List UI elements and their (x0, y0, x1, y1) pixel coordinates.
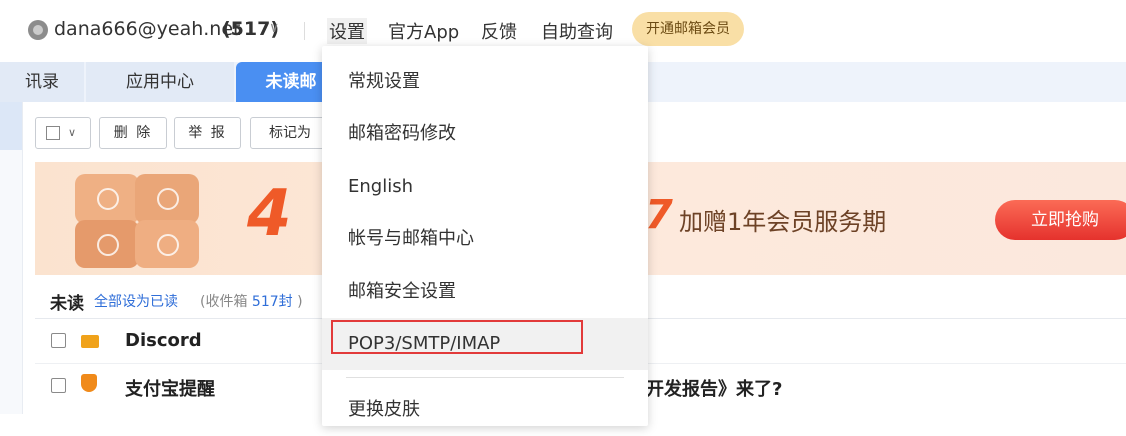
mark-as-button[interactable]: 标记为 (250, 117, 330, 149)
puzzle-icon (135, 174, 199, 224)
coin-icon (28, 20, 48, 40)
vip-membership-button[interactable]: 开通邮箱会员 (632, 12, 744, 46)
list-title: 未读 (50, 294, 84, 314)
inbox-count-value[interactable]: 517封 (252, 294, 293, 310)
menu-item-change-skin[interactable]: 更换皮肤 (322, 384, 648, 436)
puzzle-icon (135, 220, 199, 268)
inbox-count-prefix: (收件箱 (200, 294, 248, 310)
row-subject[interactable]: 度开发报告》来了? (628, 375, 782, 401)
tab-app-center[interactable]: 应用中心 (86, 62, 234, 102)
settings-dropdown-menu: 常规设置 邮箱密码修改 English 帐号与邮箱中心 邮箱安全设置 POP3/… (322, 46, 648, 426)
row-checkbox[interactable] (51, 378, 66, 393)
menu-item-account-center[interactable]: 帐号与邮箱中心 (322, 213, 648, 265)
banner-number-tail: 7 (645, 192, 673, 238)
select-all-dropdown[interactable]: ∨ (35, 117, 91, 149)
envelope-icon (81, 335, 99, 348)
delete-button[interactable]: 删 除 (99, 117, 167, 149)
menu-item-english[interactable]: English (322, 161, 648, 213)
menu-item-security-settings[interactable]: 邮箱安全设置 (322, 266, 648, 318)
chevron-down-icon: ∨ (68, 126, 77, 139)
alipay-shield-icon (81, 374, 97, 392)
banner-number: 4 (247, 177, 292, 251)
mark-all-read-link[interactable]: 全部设为已读 (94, 291, 178, 311)
nav-official-app[interactable]: 官方App (388, 18, 459, 44)
tab-contacts[interactable]: 讯录 (0, 62, 84, 102)
menu-item-general-settings[interactable]: 常规设置 (322, 56, 648, 108)
checkbox-icon[interactable] (46, 126, 60, 140)
left-sidebar-selected[interactable] (0, 102, 22, 150)
highlight-annotation (331, 320, 583, 354)
divider (304, 22, 305, 40)
chevron-down-icon[interactable]: ∨ (269, 20, 279, 36)
puzzle-icon (75, 220, 139, 268)
puzzle-icon (75, 174, 139, 224)
inbox-count: (收件箱 517封 ) (200, 291, 303, 311)
nav-self-help[interactable]: 自助查询 (541, 18, 613, 44)
row-sender[interactable]: 支付宝提醒 (125, 375, 215, 401)
row-checkbox[interactable] (51, 333, 66, 348)
row-sender[interactable]: Discord (125, 330, 202, 351)
report-button[interactable]: 举 报 (174, 117, 241, 149)
menu-item-change-password[interactable]: 邮箱密码修改 (322, 108, 648, 160)
banner-text: 加赠1年会员服务期 (679, 208, 887, 236)
inbox-count-suffix: ) (297, 294, 303, 310)
buy-now-button[interactable]: 立即抢购 (995, 200, 1126, 240)
user-email[interactable]: dana666@yeah.net (54, 18, 241, 40)
menu-divider (346, 377, 624, 378)
nav-feedback[interactable]: 反馈 (481, 18, 517, 44)
nav-settings[interactable]: 设置 (327, 18, 367, 44)
